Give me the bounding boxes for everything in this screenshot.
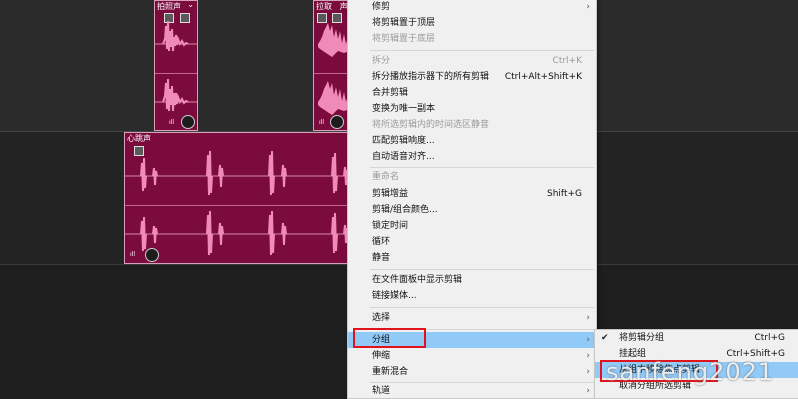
menu-item-select[interactable]: 选择 › (348, 310, 596, 326)
menu-item-clip-group-color[interactable]: 剪辑/组合颜色... (348, 202, 596, 218)
menu-item-stretch[interactable]: 伸缩 › (348, 348, 596, 364)
submenu-item-group-clips[interactable]: ✔ 将剪辑分组 Ctrl+G (595, 330, 798, 346)
menu-item-rename[interactable]: 重命名 (348, 169, 596, 185)
volume-icon: ıll (319, 119, 325, 126)
menu-item-bring-to-front[interactable]: 将剪辑置于顶层 (348, 15, 596, 31)
clip-channel-divider (314, 73, 349, 74)
menu-item-split-all-under-playhead[interactable]: 拆分播放指示器下的所有剪辑 Ctrl+Alt+Shift+K (348, 69, 596, 85)
menu-divider (370, 167, 594, 168)
menu-item-mute[interactable]: 静音 (348, 250, 596, 266)
menu-item-loop[interactable]: 循环 (348, 234, 596, 250)
menu-item-split[interactable]: 拆分 Ctrl+K (348, 53, 596, 69)
menu-item-mute-time-selection[interactable]: 将所选剪辑内的时间选区静音 (348, 117, 596, 133)
menu-item-link-media[interactable]: 链接媒体... (348, 288, 596, 304)
clip-waveform (125, 150, 349, 256)
watermark: sanfeng2021 (606, 358, 775, 386)
audio-clip-3[interactable]: 心跳声 ıll (124, 132, 349, 264)
audio-clip-1[interactable]: 拍照声 ⌄ ıll (154, 0, 198, 131)
menu-divider (370, 269, 594, 270)
clip-waveform (155, 20, 197, 112)
checkmark-icon: ✔ (601, 333, 609, 343)
volume-icon: ıll (130, 251, 136, 258)
volume-icon: ıll (169, 119, 175, 126)
menu-item-match-loudness[interactable]: 匹配剪辑响度... (348, 133, 596, 149)
menu-item-send-to-back[interactable]: 将剪辑置于底层 (348, 31, 596, 47)
menu-item-auto-speech-align[interactable]: 自动语音对齐... (348, 149, 596, 165)
menu-item-remix[interactable]: 重新混合 › (348, 364, 596, 380)
clip-fx-badge-icon[interactable] (145, 248, 159, 262)
menu-item-lock-time[interactable]: 锁定时间 (348, 218, 596, 234)
menu-item-show-in-files-panel[interactable]: 在文件面板中显示剪辑 (348, 272, 596, 288)
menu-item-merge-clips[interactable]: 合并剪辑 (348, 85, 596, 101)
clip-fx-badge-icon[interactable] (330, 115, 344, 129)
menu-divider (370, 50, 594, 51)
clip-channel-divider (125, 205, 349, 206)
menu-item-trim[interactable]: 修剪 › (348, 0, 596, 15)
clip-fx-badge-icon[interactable] (181, 115, 195, 129)
menu-item-convert-to-unique-copy[interactable]: 变换为唯一副本 (348, 101, 596, 117)
clip-waveform (318, 23, 349, 115)
clip-channel-divider (155, 73, 197, 74)
audio-clip-2[interactable]: 拉取 声 ıll (313, 0, 349, 131)
menu-item-clip-gain[interactable]: 剪辑增益 Shift+G (348, 186, 596, 202)
menu-divider (370, 307, 594, 308)
annotation-highlight-box (353, 328, 426, 348)
